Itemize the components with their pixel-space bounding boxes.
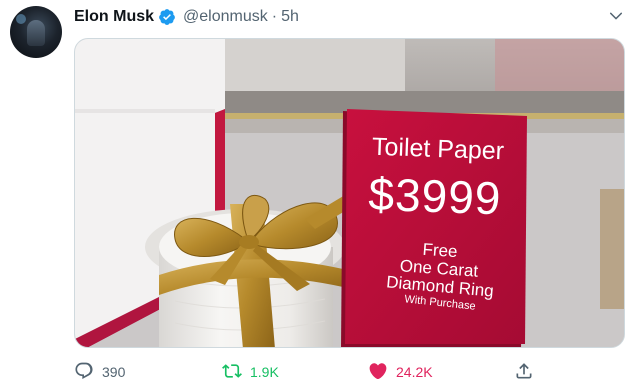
verified-badge-icon: [158, 8, 176, 26]
reply-button[interactable]: 390: [74, 360, 125, 384]
avatar-light: [16, 14, 26, 24]
retweet-icon: [222, 361, 242, 384]
heart-icon: [368, 361, 388, 384]
avatar[interactable]: [10, 6, 62, 58]
share-icon: [514, 361, 534, 384]
reply-count: 390: [102, 364, 126, 380]
tweet-photo[interactable]: Toilet Paper $3999 Free One Carat Diamon…: [74, 38, 625, 348]
like-button[interactable]: 24.2K: [368, 360, 433, 384]
tweet-timestamp[interactable]: 5h: [281, 8, 299, 26]
tweet-header: Elon Musk @elonmusk · 5h: [74, 6, 299, 28]
share-button[interactable]: [514, 360, 534, 384]
author-handle[interactable]: @elonmusk: [183, 8, 268, 26]
like-count: 24.2K: [396, 364, 433, 380]
sign-price: $3999: [367, 167, 503, 225]
reply-icon: [74, 361, 94, 384]
tweet-actions: 390 1.9K 24.2K: [74, 360, 625, 384]
author-name[interactable]: Elon Musk: [74, 8, 154, 26]
separator-dot: ·: [271, 8, 278, 25]
chevron-down-icon[interactable]: [608, 8, 624, 24]
tweet[interactable]: Elon Musk @elonmusk · 5h Toilet Paper $3…: [0, 0, 640, 391]
sign-title: Toilet Paper: [371, 132, 505, 166]
retweet-button[interactable]: 1.9K: [222, 360, 279, 384]
avatar-person: [27, 20, 45, 46]
retweet-count: 1.9K: [250, 364, 279, 380]
